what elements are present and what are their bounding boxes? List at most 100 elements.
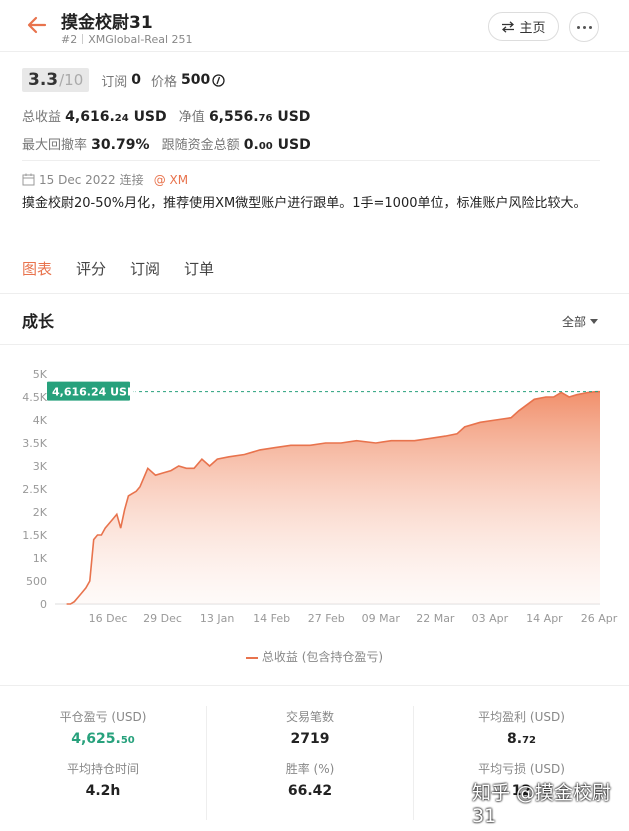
growth-area <box>66 391 601 604</box>
closed-pl-label: 平仓盈亏 (USD) <box>59 710 147 724</box>
winrate-label: 胜率 (%) <box>285 762 335 776</box>
subs-value: 0 <box>131 72 142 88</box>
y-tick-label: 2K <box>33 506 48 519</box>
follow-label: 跟随资金总额 <box>161 138 240 153</box>
follow-int: 0. <box>243 137 259 153</box>
avg-hold-label: 平均持仓时间 <box>66 762 139 776</box>
chevron-down-icon <box>590 319 599 324</box>
profit-row: 总收益 4,616.24 USD 净值 6,556.76 USD <box>22 106 310 125</box>
avg-hold-value: 4.2h <box>85 783 121 799</box>
account-subtitle: #2 XMGlobal-Real 251 <box>61 33 193 46</box>
x-tick-label: 14 Apr <box>526 612 563 625</box>
score-badge: 3.3/10 <box>22 68 90 92</box>
connection-info: 15 Dec 2022 连接 @ XM <box>22 171 188 188</box>
price-value: 500 <box>181 72 211 88</box>
price-label: 价格 <box>151 74 178 90</box>
coin-icon <box>212 73 225 87</box>
avg-profit-int: 8. <box>507 731 523 747</box>
tab-orders[interactable]: 订单 <box>184 258 214 285</box>
closed-pl-int: 4,625. <box>71 731 121 747</box>
follow-value: 0.00 USD <box>244 137 311 153</box>
period-dropdown[interactable]: 全部 <box>562 313 599 330</box>
score-max: /10 <box>59 71 84 89</box>
avg-profit-value: 8.72 <box>414 731 629 747</box>
drawdown-label: 最大回撤率 <box>22 138 88 153</box>
avg-profit-cell: 平均盈利 (USD) 8.72 <box>414 708 629 747</box>
connect-suffix: 连接 <box>119 173 144 187</box>
tab-chart[interactable]: 图表 <box>22 258 52 285</box>
tab-bar: 图表 评分 订阅 订单 <box>22 258 238 285</box>
account-server: XMGlobal-Real 251 <box>88 33 193 46</box>
rank-number: #2 <box>61 33 78 46</box>
more-options-button[interactable] <box>569 12 599 42</box>
broker-link[interactable]: @ XM <box>154 173 188 187</box>
y-tick-label: 0 <box>40 598 47 611</box>
period-dropdown-label: 全部 <box>562 315 587 329</box>
equity-value: 6,556.76 USD <box>209 109 310 125</box>
y-tick-label: 3K <box>33 460 48 473</box>
x-tick-label: 09 Mar <box>362 612 401 625</box>
section-title: 成长 <box>22 312 55 331</box>
tab-rating[interactable]: 评分 <box>76 258 106 285</box>
home-button[interactable]: 主页 <box>488 12 559 41</box>
watermark: 知乎 @摸金校尉31 <box>472 782 612 827</box>
page-title: 摸金校尉31 <box>61 13 153 33</box>
trades-label: 交易笔数 <box>285 710 334 724</box>
x-tick-label: 13 Jan <box>200 612 234 625</box>
closed-pl-dec: 50 <box>120 735 135 746</box>
equity-label: 净值 <box>178 110 205 125</box>
equity-dec: 76 <box>258 113 273 124</box>
closed-pl-cell: 平仓盈亏 (USD) 4,625.50 <box>0 708 206 747</box>
winrate-cell: 胜率 (%) 66.42 <box>207 760 413 799</box>
drawdown-value: 30.79% <box>91 137 150 153</box>
total-profit-value: 4,616.24 USD <box>65 109 166 125</box>
y-tick-label: 4K <box>33 414 48 427</box>
growth-chart: 0 500 1K 1.5K 2K 2.5K 3K 3.5K 4K 4.5K 5K 16 Dec 29 … <box>22 368 618 625</box>
dot-icon <box>582 25 586 29</box>
x-tick-label: 16 Dec <box>89 612 128 625</box>
y-tick-label: 2.5K <box>22 483 47 496</box>
avg-profit-label: 平均盈利 (USD) <box>478 710 565 724</box>
y-tick-label: 1K <box>33 552 48 565</box>
y-tick-label: 4.5K <box>22 391 47 404</box>
total-profit-dec: 24 <box>114 113 129 124</box>
back-arrow-icon[interactable] <box>26 14 48 36</box>
x-tick-label: 22 Mar <box>416 612 455 625</box>
y-tick-label: 3.5K <box>22 437 47 450</box>
total-profit-int: 4,616. <box>65 109 115 125</box>
y-tick-label: 500 <box>26 575 47 588</box>
drawdown-row: 最大回撤率 30.79% 跟随资金总额 0.00 USD <box>22 134 311 153</box>
equity-int: 6,556. <box>208 109 259 125</box>
legend-label: 总收益 (包含持仓盈亏) <box>261 650 384 664</box>
x-tick-label: 14 Feb <box>253 612 290 625</box>
trades-value: 2719 <box>290 731 330 747</box>
connect-date: 15 Dec 2022 <box>39 172 116 187</box>
growth-section-header: 成长 全部 <box>0 293 629 345</box>
top-bar: 摸金校尉31 #2 XMGlobal-Real 251 主页 <box>0 0 629 52</box>
trades-cell: 交易笔数 2719 <box>207 708 413 747</box>
swap-icon <box>502 20 515 33</box>
stats-row-score: 3.3/10 订阅 0 价格 500 <box>22 66 602 94</box>
avg-loss-label: 平均亏损 (USD) <box>478 762 565 776</box>
current-value-tag: 4,616.24 USD <box>47 381 136 401</box>
strategy-description: 摸金校尉20-50%月化，推荐使用XM微型账户进行跟单。1手=1000单位，标准… <box>22 196 587 211</box>
avg-profit-dec: 72 <box>522 735 536 746</box>
score-value: 3.3 <box>28 70 59 90</box>
divider <box>22 160 600 161</box>
dot-icon <box>588 25 592 29</box>
calendar-icon <box>22 173 35 186</box>
chart-legend: 总收益 (包含持仓盈亏) <box>0 648 629 665</box>
home-button-label: 主页 <box>519 21 546 36</box>
x-tick-label: 27 Feb <box>308 612 345 625</box>
legend-swatch <box>245 656 258 659</box>
follow-unit: USD <box>277 137 311 153</box>
y-tick-label: 5K <box>33 368 48 381</box>
avg-hold-cell: 平均持仓时间 4.2h <box>0 760 206 799</box>
x-tick-label: 26 Apr <box>581 612 618 625</box>
total-profit-unit: USD <box>133 109 167 125</box>
y-tick-label: 1.5K <box>22 529 47 542</box>
x-tick-label: 29 Dec <box>143 612 182 625</box>
current-value-label: 4,616.24 USD <box>52 386 136 399</box>
total-profit-label: 总收益 <box>22 110 62 125</box>
tab-subscribe[interactable]: 订阅 <box>130 258 160 285</box>
